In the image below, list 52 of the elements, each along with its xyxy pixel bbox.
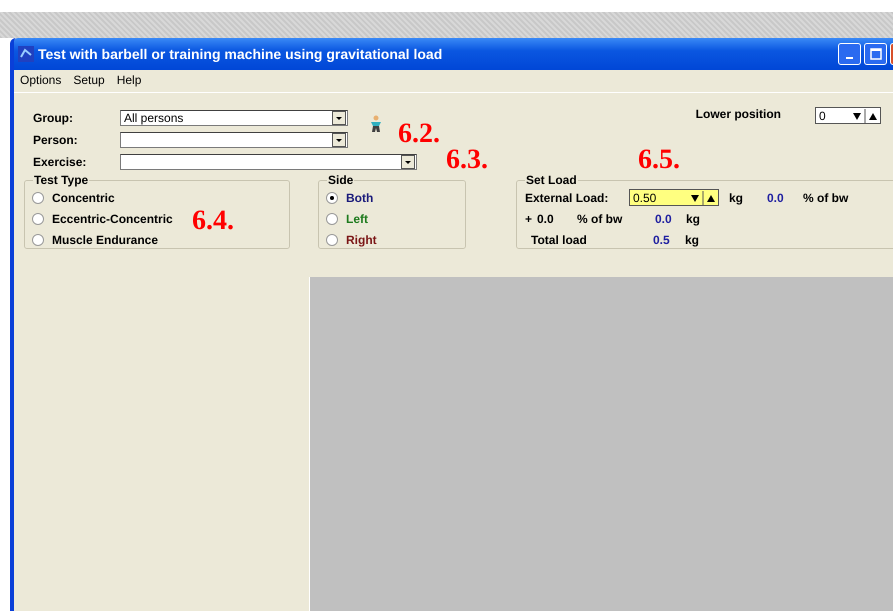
annotation-label: 6.5. bbox=[638, 144, 680, 176]
dropdown-field[interactable]: All persons bbox=[120, 110, 348, 126]
window-title: Test with barbell or training machine using gravitational load bbox=[38, 46, 442, 62]
unit-label: % of bw bbox=[803, 190, 848, 204]
spin-arrows-icon[interactable] bbox=[688, 190, 718, 204]
radio-label[interactable]: Eccentric-Concentric bbox=[52, 212, 173, 226]
unit-label: % of bw bbox=[577, 212, 624, 226]
menu-item[interactable]: Help bbox=[116, 73, 142, 89]
radio-label[interactable]: Both bbox=[346, 190, 374, 204]
dropdown-field[interactable] bbox=[120, 154, 417, 170]
lower-position-field[interactable]: 0 bbox=[815, 107, 881, 124]
plus-sign: + bbox=[525, 212, 534, 226]
menu-item[interactable]: Options bbox=[20, 73, 62, 89]
unit-label: kg bbox=[686, 212, 700, 226]
menu-item[interactable]: Setup bbox=[73, 73, 105, 89]
unit-label: kg bbox=[729, 190, 744, 204]
annotation-label: 6.2. bbox=[398, 118, 440, 150]
minimize-icon bbox=[846, 57, 853, 59]
field-label: Exercise: bbox=[33, 155, 88, 169]
radio-label[interactable]: Left bbox=[346, 212, 368, 226]
radio-label[interactable]: Muscle Endurance bbox=[52, 232, 158, 246]
person-icon[interactable] bbox=[369, 115, 383, 133]
radio-button[interactable] bbox=[32, 234, 44, 246]
radio-button[interactable] bbox=[326, 212, 338, 224]
total-load-label: Total load bbox=[531, 232, 588, 246]
annotation-label: 6.3. bbox=[446, 144, 488, 176]
dropdown-field[interactable] bbox=[120, 132, 348, 148]
value-text: 0.0 bbox=[537, 212, 555, 226]
radio-button[interactable] bbox=[32, 212, 44, 224]
radio-button[interactable] bbox=[326, 234, 338, 246]
group-title: Set Load bbox=[525, 173, 578, 187]
unit-label: kg bbox=[685, 232, 700, 246]
radio-button[interactable] bbox=[326, 192, 338, 204]
app-icon bbox=[18, 46, 34, 62]
field-label: Person: bbox=[33, 133, 79, 147]
external-load-label: External Load: bbox=[525, 190, 610, 204]
value-text: 0.0 bbox=[767, 190, 785, 204]
radio-label[interactable]: Right bbox=[346, 232, 377, 246]
spin-arrows-icon[interactable] bbox=[850, 108, 880, 122]
minimize-button[interactable] bbox=[838, 43, 861, 65]
value-text: 0.0 bbox=[655, 212, 673, 226]
group-title: Side bbox=[327, 173, 354, 187]
maximize-icon bbox=[870, 48, 882, 60]
external-load-field[interactable]: 0.50 bbox=[629, 189, 719, 206]
annotation-label: 6.4. bbox=[192, 205, 234, 237]
maximize-button[interactable] bbox=[864, 43, 887, 65]
field-label: Group: bbox=[33, 111, 74, 125]
value-text: 0.5 bbox=[653, 232, 671, 246]
radio-label[interactable]: Concentric bbox=[52, 190, 115, 204]
radio-button[interactable] bbox=[32, 192, 44, 204]
group-title: Test Type bbox=[33, 173, 90, 187]
lower-position-label: Lower position bbox=[696, 107, 781, 121]
